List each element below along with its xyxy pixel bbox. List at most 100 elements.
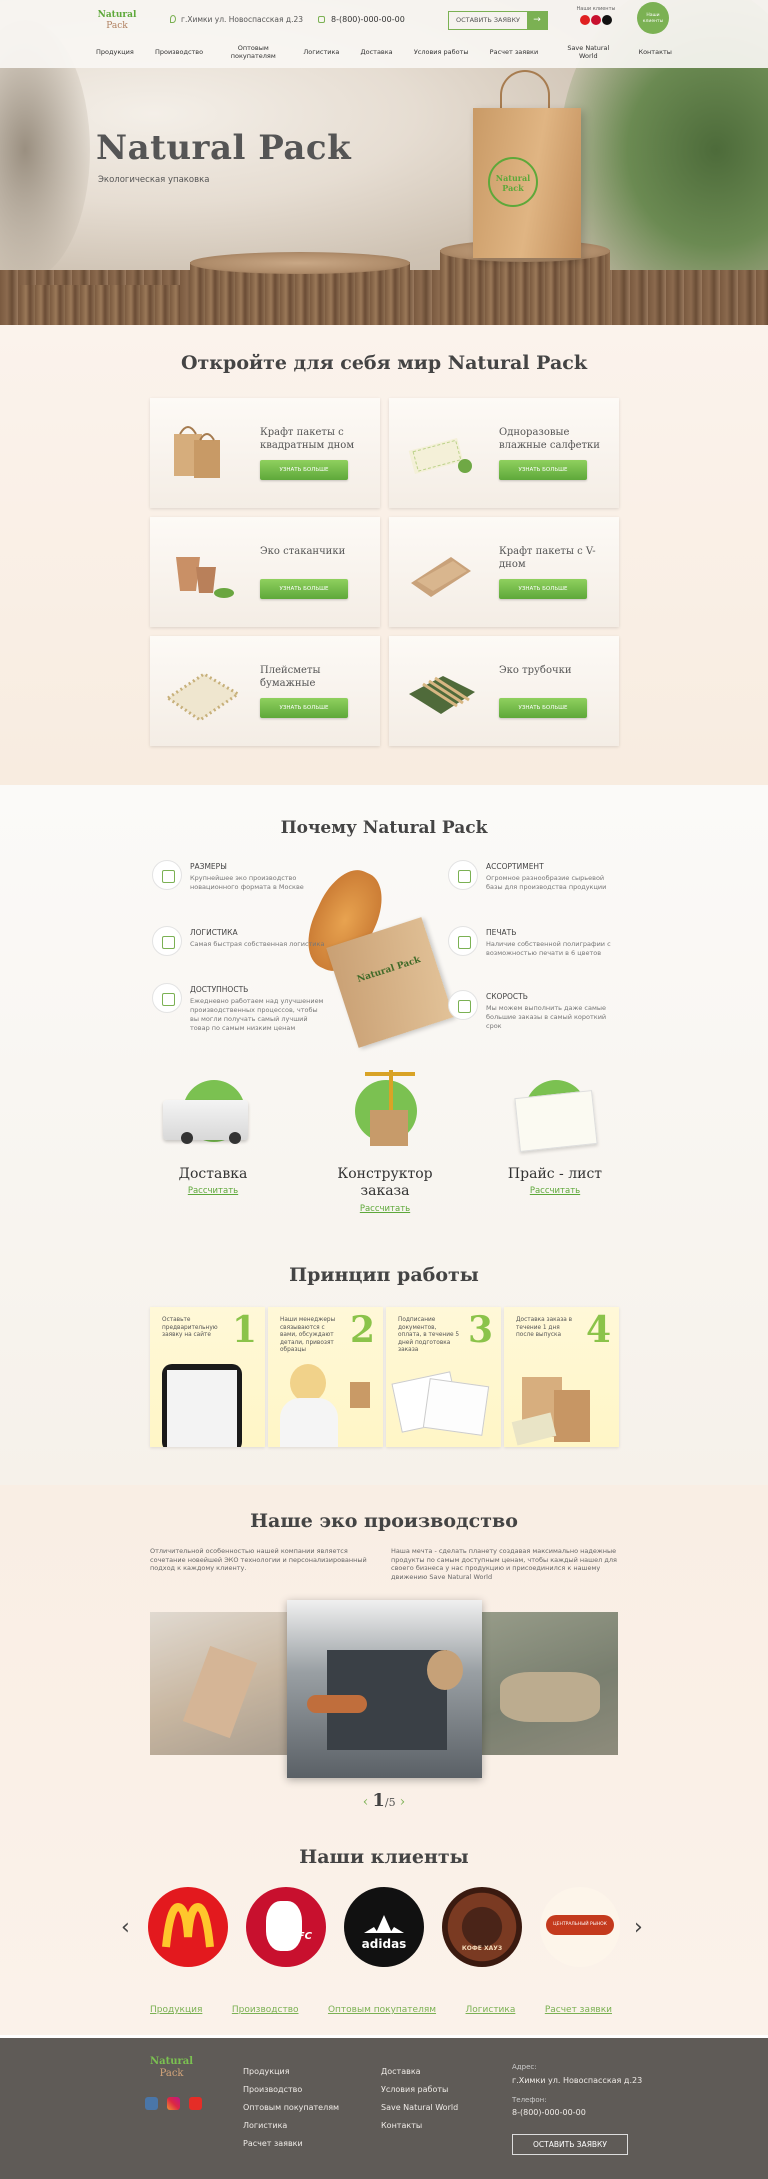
adidas-logo-icon[interactable]: adidas (344, 1887, 424, 1967)
slider-pager: ‹ 1/5 › (0, 1790, 768, 1811)
feature-desc: Огромное разнообразие сырьевой базы для … (486, 874, 607, 891)
clients-heading: Наши клиенты (299, 1846, 469, 1868)
mcdonalds-logo-icon[interactable] (148, 1887, 228, 1967)
learn-more-button[interactable]: УЗНАТЬ БОЛЬШЕ (499, 698, 587, 718)
steps-heading: Принцип работы (289, 1264, 479, 1286)
bags-photo (504, 1362, 619, 1447)
footer-link[interactable]: Контакты (381, 2117, 458, 2135)
request-button[interactable]: ОСТАВИТЬ ЗАЯВКУ → (448, 11, 548, 30)
footer-address: г.Химки ул. Новоспасская д.23 (512, 2076, 643, 2085)
nav-item-production[interactable]: Производство (155, 48, 203, 56)
chevron-left-icon[interactable]: ‹ (363, 1794, 369, 1810)
product-card[interactable]: Крафт пакеты с V-дном УЗНАТЬ БОЛЬШЕ (389, 517, 619, 627)
partners-label: Наши клиенты (576, 6, 616, 12)
central-market-logo-icon[interactable]: ЦЕНТРАЛЬНЫЙ РЫНОК (540, 1887, 620, 1967)
learn-more-button[interactable]: УЗНАТЬ БОЛЬШЕ (260, 579, 348, 599)
logo-text: Pack (159, 2068, 184, 2079)
step-number: 2 (349, 1309, 375, 1351)
nav-item-delivery[interactable]: Доставка (361, 48, 393, 56)
site-header: Natural Pack г.Химки ул. Новоспасская д.… (0, 0, 768, 68)
calculate-link[interactable]: Рассчитать (143, 1186, 283, 1196)
kfc-mini-icon (591, 15, 601, 25)
quick-link-calculation[interactable]: Расчет заявки (545, 2005, 612, 2015)
v-bottom-bags-icon (403, 535, 478, 605)
product-title: Крафт пакеты с V-дном (499, 546, 596, 570)
product-card[interactable]: Одноразовые влажные салфетки УЗНАТЬ БОЛЬ… (389, 398, 619, 508)
youtube-icon[interactable] (189, 2097, 202, 2110)
nav-item-calculation[interactable]: Расчет заявки (490, 48, 539, 56)
feature-desc: Наличие собственной полиграфии с возможн… (486, 940, 611, 957)
adidas-text: adidas (361, 1937, 407, 1951)
learn-more-button[interactable]: УЗНАТЬ БОЛЬШЕ (260, 460, 348, 480)
calculate-link[interactable]: Рассчитать (315, 1204, 455, 1214)
logo-text: Natural (97, 10, 137, 20)
product-card[interactable]: Крафт пакеты с квадратным дном УЗНАТЬ БО… (150, 398, 380, 508)
coffee-house-logo-icon[interactable]: КОФЕ ХАУЗ (442, 1887, 522, 1967)
footer-logo[interactable]: Natural Pack (150, 2056, 193, 2080)
product-card[interactable]: Эко стаканчики УЗНАТЬ БОЛЬШЕ (150, 517, 380, 627)
machine-photo[interactable] (287, 1600, 482, 1778)
workers-photo[interactable] (480, 1612, 618, 1755)
round-clients-button[interactable]: Наши клиенты (637, 2, 669, 34)
nav-item-terms[interactable]: Условия работы (414, 48, 469, 56)
product-card[interactable]: Плейсметы бумажные УЗНАТЬ БОЛЬШЕ (150, 636, 380, 746)
nav-item-contacts[interactable]: Контакты (638, 48, 671, 56)
header-phone[interactable]: 8-(800)-000-00-00 (318, 15, 405, 24)
footer-request-button[interactable]: ОСТАВИТЬ ЗАЯВКУ (512, 2134, 628, 2155)
phone-photo (150, 1362, 265, 1447)
adidas-mini-icon (602, 15, 612, 25)
footer-link[interactable]: Доставка (381, 2063, 458, 2081)
nav-item-products[interactable]: Продукция (96, 48, 134, 56)
footer-link[interactable]: Оптовым покупателям (243, 2099, 339, 2117)
step-card: Доставка заказа в течение 1 дня после вы… (504, 1307, 619, 1447)
pager-total: /5 (384, 1796, 396, 1809)
vk-icon[interactable] (145, 2097, 158, 2110)
footer-address-label: Адрес: (512, 2063, 537, 2071)
nav-item-logistics[interactable]: Логистика (303, 48, 339, 56)
printer-icon (448, 926, 478, 956)
quick-link-products[interactable]: Продукция (150, 2005, 202, 2015)
footer-link[interactable]: Логистика (243, 2117, 339, 2135)
nav-item-wholesale[interactable]: Оптовым покупателям (224, 44, 282, 60)
footer-phone[interactable]: 8-(800)-000-00-00 (512, 2108, 586, 2117)
calculate-link[interactable]: Рассчитать (485, 1186, 625, 1196)
footer-link[interactable]: Условия работы (381, 2081, 458, 2099)
product-title: Эко стаканчики (260, 546, 346, 557)
footer-quick-links: Продукция Производство Оптовым покупател… (150, 2005, 612, 2015)
bag-logo: Natural Pack (488, 157, 538, 207)
phone-icon (318, 16, 325, 23)
learn-more-button[interactable]: УЗНАТЬ БОЛЬШЕ (260, 698, 348, 718)
crane-arm (365, 1072, 415, 1076)
step-number: 3 (467, 1309, 493, 1351)
feature-title: ПЕЧАТЬ (486, 928, 517, 937)
product-title: Плейсметы бумажные (260, 665, 321, 689)
feature-desc: Крупнейшее эко производство новационного… (190, 874, 304, 891)
documents-photo (386, 1362, 501, 1447)
footer-link[interactable]: Save Natural World (381, 2099, 458, 2117)
quick-link-production[interactable]: Производство (232, 2005, 299, 2015)
logo[interactable]: Natural Pack (96, 10, 138, 36)
product-card[interactable]: Эко трубочки УЗНАТЬ БОЛЬШЕ (389, 636, 619, 746)
action-title: Доставка (178, 1166, 248, 1182)
feature-desc: Мы можем выполнить даже самые большие за… (486, 1004, 607, 1030)
kraft-bags-icon (164, 416, 239, 486)
quick-link-logistics[interactable]: Логистика (466, 2005, 516, 2015)
footer-phone-label: Телефон: (512, 2096, 547, 2104)
footer-link[interactable]: Производство (243, 2081, 339, 2099)
chevron-right-icon[interactable]: › (400, 1794, 406, 1810)
footer-link[interactable]: Расчет заявки (243, 2135, 339, 2153)
nav-item-save-natural-world[interactable]: Save Natural World (559, 44, 617, 60)
hero-title: Natural Pack (96, 128, 352, 168)
quick-link-wholesale[interactable]: Оптовым покупателям (328, 2005, 436, 2015)
kfc-logo-icon[interactable]: KFC (246, 1887, 326, 1967)
map-icon (152, 926, 182, 956)
chevron-right-icon[interactable]: › (634, 1915, 643, 1940)
learn-more-button[interactable]: УЗНАТЬ БОЛЬШЕ (499, 460, 587, 480)
instagram-icon[interactable] (167, 2097, 180, 2110)
gift-icon (152, 860, 182, 890)
learn-more-button[interactable]: УЗНАТЬ БОЛЬШЕ (499, 579, 587, 599)
factory-photo[interactable] (150, 1612, 290, 1755)
production-text: Отличительной особенностью нашей компани… (150, 1547, 367, 1572)
footer-link[interactable]: Продукция (243, 2063, 339, 2081)
chevron-left-icon[interactable]: ‹ (121, 1915, 130, 1940)
